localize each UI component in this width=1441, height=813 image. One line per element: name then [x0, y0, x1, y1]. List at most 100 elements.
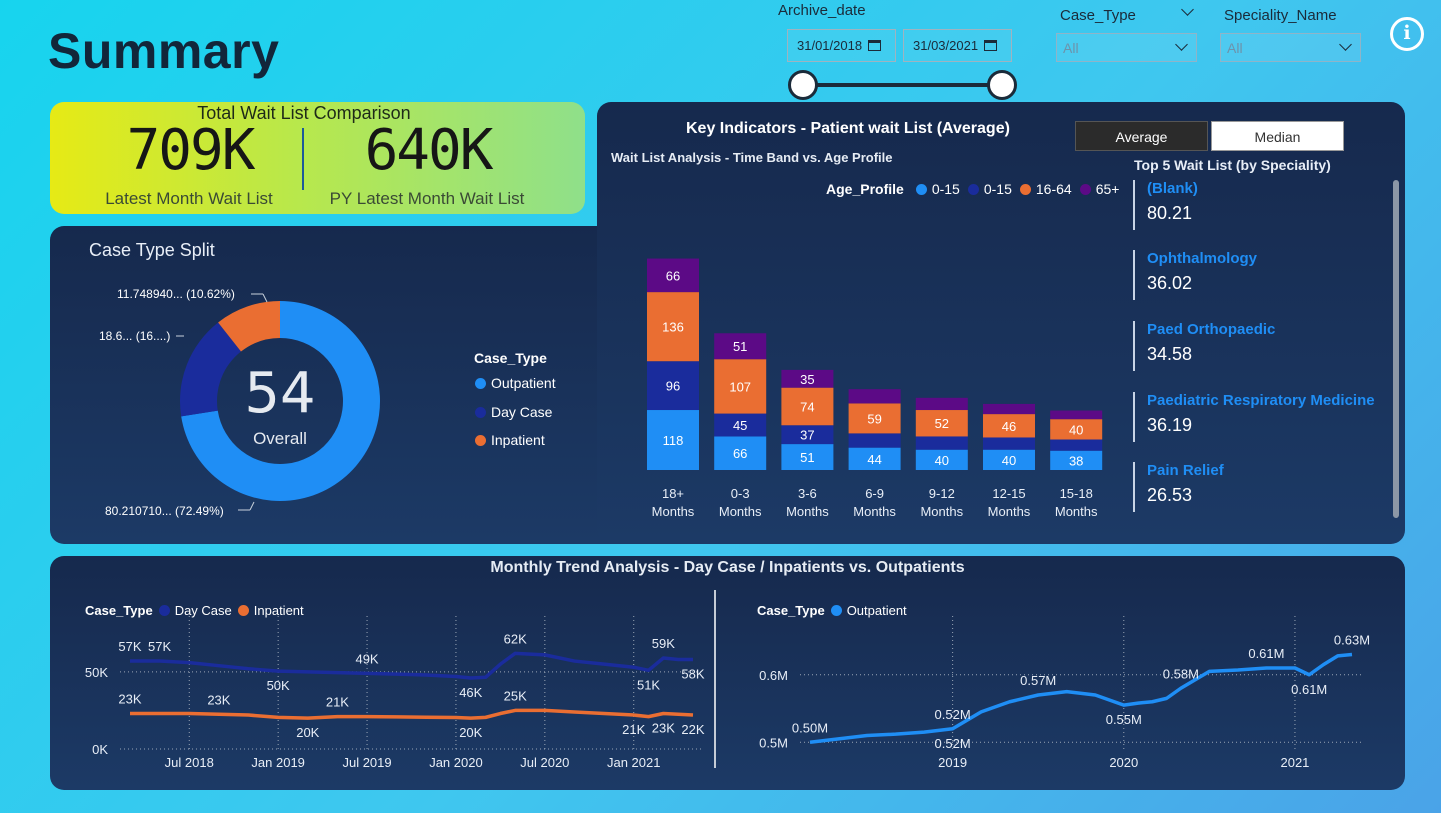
- info-icon[interactable]: i: [1390, 17, 1424, 51]
- legend-item-age-16-64[interactable]: 16-64: [1019, 181, 1072, 197]
- legend-dot: [475, 434, 486, 446]
- line-data-label: 20K: [296, 725, 319, 740]
- start-date-input[interactable]: 31/01/2018: [787, 29, 896, 62]
- x-tick-label: 3-6: [798, 486, 817, 501]
- bar-data-label: 40: [1002, 453, 1016, 468]
- line-data-label: 59K: [652, 636, 675, 651]
- line-data-label: 0.52M: [935, 736, 971, 751]
- x-tick-label: 0-3: [731, 486, 750, 501]
- legend-dot: [1079, 183, 1091, 195]
- legend-dot: [915, 183, 927, 195]
- median-toggle-button[interactable]: Median: [1211, 121, 1344, 151]
- x-tick-label: Jan 2021: [607, 755, 661, 770]
- line-data-label: 0.63M: [1334, 633, 1370, 648]
- donut-center-label: Overall: [253, 429, 307, 448]
- top5-item[interactable]: (Blank) 80.21: [1133, 180, 1198, 230]
- bar-segment[interactable]: [983, 403, 1035, 415]
- card-divider: [302, 128, 304, 190]
- line-data-label: 0.52M: [935, 707, 971, 722]
- case-type-selected: All: [1063, 40, 1079, 56]
- line-data-label: 25K: [504, 688, 527, 703]
- top5-scrollbar[interactable]: [1393, 180, 1399, 518]
- x-tick-label: 6-9: [865, 486, 884, 501]
- end-date-input[interactable]: 31/03/2021: [903, 29, 1012, 62]
- bar-data-label: 118: [663, 433, 684, 448]
- x-tick-label: 18+: [662, 486, 684, 501]
- top5-item[interactable]: Ophthalmology 36.02: [1133, 250, 1257, 300]
- legend-item-age-65[interactable]: 65+: [1079, 181, 1119, 197]
- x-tick-label: Jan 2019: [251, 755, 305, 770]
- speciality-dropdown[interactable]: All: [1220, 33, 1361, 62]
- inpatient-data-label: 11.748940... (10.62%): [117, 287, 235, 301]
- x-tick-label: 2020: [1109, 755, 1138, 770]
- bar-segment[interactable]: [1050, 439, 1103, 451]
- line-data-label: 21K: [622, 722, 645, 737]
- donut-center-value: 54: [244, 361, 315, 426]
- case-type-dropdown[interactable]: All: [1056, 33, 1197, 62]
- bar-segment[interactable]: [915, 436, 968, 450]
- line-data-label: 23K: [118, 692, 141, 707]
- bar-data-label: 96: [666, 379, 680, 394]
- bar-data-label: 46: [1002, 419, 1016, 434]
- bar-segment[interactable]: [1050, 410, 1103, 420]
- calendar-icon[interactable]: [868, 40, 882, 51]
- y-tick-label: 0.5M: [759, 735, 788, 750]
- bar-segment[interactable]: [848, 389, 901, 404]
- x-tick-label: 9-12: [929, 486, 955, 501]
- legend-item-age-0-15-a[interactable]: 0-15: [915, 181, 960, 197]
- latest-month-value: 709K: [126, 118, 256, 183]
- bar-segment[interactable]: [983, 437, 1035, 450]
- legend-dot: [967, 183, 979, 195]
- case-type-legend-title: Case_Type: [474, 350, 547, 366]
- calendar-icon[interactable]: [984, 40, 998, 51]
- date-range-end-handle[interactable]: [987, 70, 1017, 100]
- legend-dot: [475, 406, 486, 418]
- latest-month-label: Latest Month Wait List: [105, 189, 273, 208]
- top5-item[interactable]: Pain Relief 26.53: [1133, 462, 1224, 512]
- bar-data-label: 38: [1069, 453, 1083, 468]
- line-data-label: 0.61M: [1291, 682, 1327, 697]
- series-line-daycase[interactable]: [130, 651, 693, 680]
- bar-data-label: 40: [1069, 422, 1083, 437]
- wait-list-chart-title: Wait List Analysis - Time Band vs. Age P…: [611, 150, 893, 165]
- legend-item-daycase[interactable]: Day Case: [475, 404, 552, 420]
- top5-value: 26.53: [1147, 485, 1193, 505]
- age-profile-legend: Age_Profile 0-15 0-15 16-64 65+: [826, 181, 1119, 197]
- average-toggle-button[interactable]: Average: [1075, 121, 1208, 151]
- top5-speciality-name: (Blank): [1147, 180, 1198, 197]
- top5-item[interactable]: Paediatric Respiratory Medicine 36.19: [1133, 392, 1375, 442]
- daycase-data-label: 18.6... (16....): [99, 329, 170, 343]
- top5-value: 36.02: [1147, 273, 1193, 293]
- bar-data-label: 45: [733, 418, 747, 433]
- x-tick-label: Months: [853, 504, 896, 519]
- legend-label: 16-64: [1035, 181, 1072, 197]
- key-indicators-title: Key Indicators - Patient wait List (Aver…: [686, 120, 1010, 137]
- date-range-start-handle[interactable]: [788, 70, 818, 100]
- bar-data-label: 51: [800, 450, 814, 465]
- x-tick-label: 2021: [1280, 755, 1309, 770]
- line-data-label: 46K: [459, 685, 482, 700]
- series-line-outpatient[interactable]: [809, 652, 1353, 744]
- legend-label: Outpatient: [491, 375, 556, 391]
- top5-title: Top 5 Wait List (by Speciality): [1134, 157, 1331, 173]
- bar-segment[interactable]: [848, 433, 901, 448]
- line-data-label: 0.61M: [1248, 646, 1284, 661]
- bar-data-label: 52: [935, 416, 949, 431]
- line-data-label: 49K: [355, 651, 378, 666]
- top5-item[interactable]: Paed Orthopaedic 34.58: [1133, 321, 1275, 371]
- series-line-inpatient[interactable]: [130, 708, 694, 720]
- legend-item-outpatient[interactable]: Outpatient: [475, 375, 556, 391]
- y-tick-label: 0K: [92, 742, 108, 757]
- chevron-down-icon[interactable]: [1181, 3, 1194, 16]
- bar-segment[interactable]: [915, 397, 968, 411]
- legend-item-inpatient[interactable]: Inpatient: [475, 432, 545, 448]
- x-tick-label: Months: [920, 504, 963, 519]
- legend-item-age-0-15-b[interactable]: 0-15: [967, 181, 1012, 197]
- date-range-track: [803, 83, 1003, 87]
- x-tick-label: Jul 2019: [342, 755, 391, 770]
- chevron-down-icon: [1339, 38, 1352, 51]
- top5-value: 34.58: [1147, 344, 1193, 364]
- line-data-label: 21K: [326, 695, 349, 710]
- line-data-label: 0.57M: [1020, 673, 1056, 688]
- line-data-label: 22K: [681, 722, 704, 737]
